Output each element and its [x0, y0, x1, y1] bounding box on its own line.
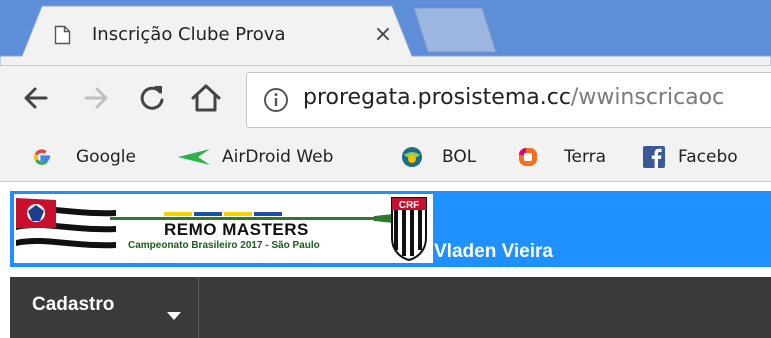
new-tab-button[interactable] — [410, 6, 500, 56]
banner-title: REMO MASTERS — [164, 220, 309, 239]
bookmark-label: Facebo — [678, 147, 738, 167]
bookmarks-bar: Google AirDroid Web BOL Terra Facebo — [0, 130, 771, 182]
bookmark-airdroid[interactable]: AirDroid Web — [176, 143, 376, 171]
url-text[interactable]: proregata.prosistema.cc/wwinscricaoc — [303, 85, 724, 110]
bookmark-facebook[interactable]: Facebo — [642, 143, 771, 171]
bookmark-google[interactable]: Google — [30, 143, 160, 171]
bookmark-label: Google — [76, 147, 136, 167]
bol-icon — [400, 145, 424, 169]
bookmark-terra[interactable]: Terra — [516, 143, 626, 171]
site-header: CRF REMO MASTERS Campeonato Brasileiro 2… — [10, 191, 771, 267]
banner-subtitle: Campeonato Brasileiro 2017 - São Paulo — [128, 240, 320, 251]
bookmark-bol[interactable]: BOL — [400, 143, 500, 171]
caret-down-icon — [167, 305, 181, 320]
address-bar[interactable]: proregata.prosistema.cc/wwinscricaoc — [246, 72, 771, 128]
menu-cadastro-label: Cadastro — [32, 294, 115, 315]
main-navbar: Cadastro — [10, 277, 771, 338]
tab-title: Inscrição Clube Prova — [92, 24, 286, 45]
url-path: /wwinscricaoc — [570, 85, 725, 110]
info-icon[interactable] — [263, 87, 289, 113]
tab-close-icon[interactable]: × — [370, 22, 396, 48]
browser-tab-active[interactable]: Inscrição Clube Prova × — [0, 0, 771, 66]
event-banner: CRF REMO MASTERS Campeonato Brasileiro 2… — [14, 194, 433, 263]
home-icon[interactable] — [188, 80, 224, 116]
bookmark-label: AirDroid Web — [222, 147, 334, 167]
back-arrow-icon[interactable] — [18, 80, 54, 116]
menu-cadastro[interactable]: Cadastro — [10, 277, 199, 338]
google-g-icon — [30, 145, 54, 169]
bookmark-label: Terra — [564, 147, 607, 167]
facebook-icon — [642, 145, 666, 169]
forward-arrow-icon[interactable] — [78, 80, 114, 116]
page-document-icon — [54, 25, 71, 45]
bookmark-label: BOL — [442, 147, 477, 167]
reload-icon[interactable] — [134, 80, 170, 116]
logged-user-name: Vladen Vieira — [434, 241, 553, 262]
url-host: proregata.prosistema.cc — [303, 85, 571, 110]
crest-text: CRF — [399, 200, 420, 211]
airdroid-icon — [176, 145, 212, 169]
terra-icon — [516, 145, 540, 169]
